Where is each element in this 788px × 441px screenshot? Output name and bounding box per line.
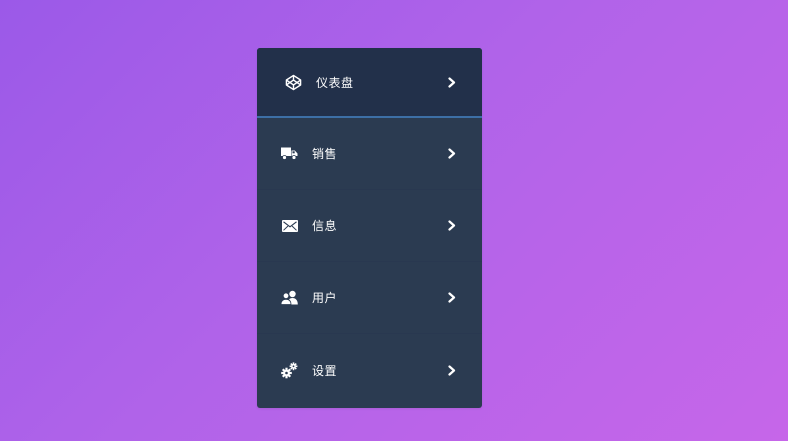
users-icon bbox=[281, 289, 298, 306]
menu-item-label: 设置 bbox=[312, 363, 338, 378]
sidebar-menu: 仪表盘 销售 信息 用户 设置 bbox=[257, 48, 482, 408]
envelope-icon bbox=[281, 217, 298, 234]
gears-icon bbox=[281, 361, 298, 379]
menu-item-sales[interactable]: 销售 bbox=[257, 118, 482, 190]
chevron-right-icon bbox=[447, 292, 457, 303]
menu-item-label: 销售 bbox=[312, 147, 338, 161]
chevron-right-icon bbox=[447, 76, 457, 88]
menu-item-messages[interactable]: 信息 bbox=[257, 190, 482, 262]
menu-item-label: 信息 bbox=[312, 219, 338, 233]
chevron-right-icon bbox=[447, 148, 457, 159]
menu-item-dashboard[interactable]: 仪表盘 bbox=[257, 48, 482, 118]
chevron-right-icon bbox=[447, 220, 457, 231]
truck-icon bbox=[281, 145, 298, 162]
menu-item-users[interactable]: 用户 bbox=[257, 262, 482, 334]
menu-item-label: 用户 bbox=[312, 291, 338, 305]
codepen-icon bbox=[285, 74, 302, 91]
menu-item-label: 仪表盘 bbox=[316, 75, 354, 90]
chevron-right-icon bbox=[447, 364, 457, 376]
menu-item-settings[interactable]: 设置 bbox=[257, 334, 482, 406]
